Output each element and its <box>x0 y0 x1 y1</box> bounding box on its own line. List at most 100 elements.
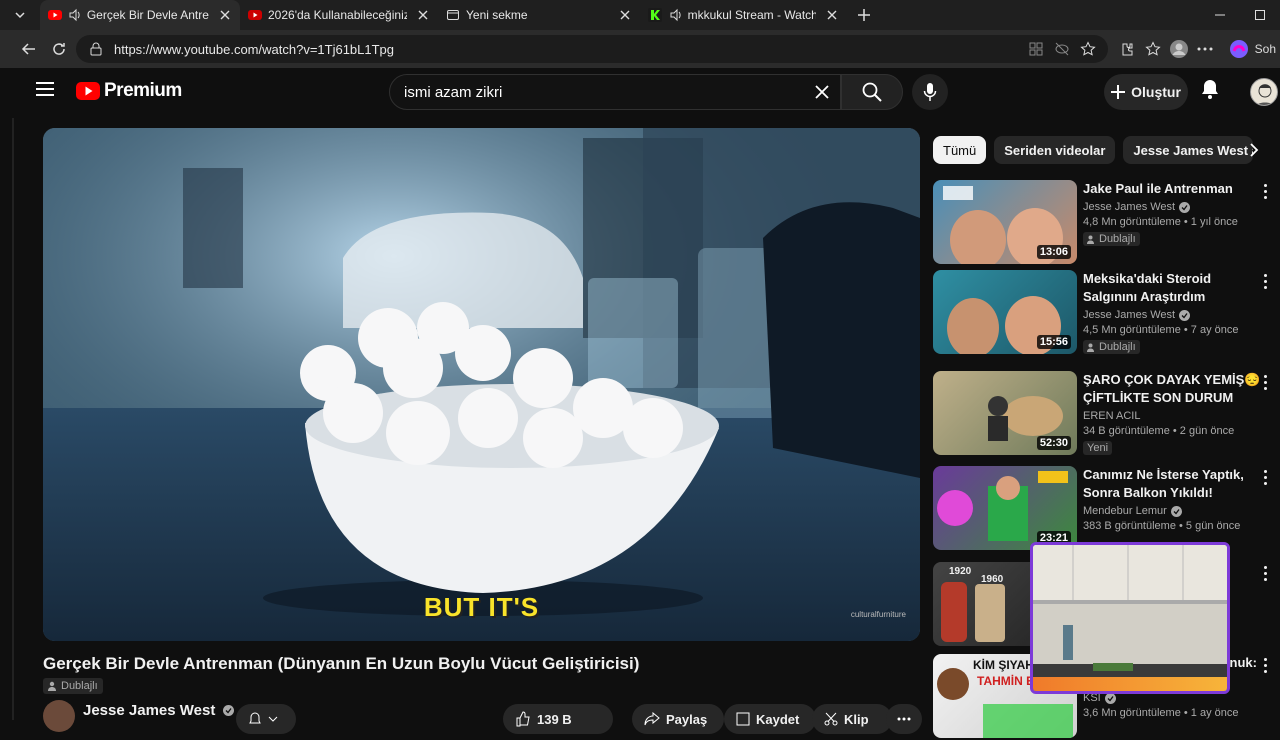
app-available-icon[interactable] <box>1026 39 1046 59</box>
share-button[interactable]: Paylaş <box>632 704 724 734</box>
copilot-icon[interactable] <box>1229 39 1249 59</box>
speaker-icon[interactable] <box>68 5 83 25</box>
close-tab-icon[interactable] <box>824 7 840 23</box>
dubbed-icon <box>48 681 56 691</box>
address-bar[interactable]: https://www.youtube.com/watch?v=1Tj61bL1… <box>76 35 1108 63</box>
video-player[interactable]: BUT IT'S culturalfurniture <box>43 128 920 641</box>
more-options-icon[interactable] <box>1259 182 1271 200</box>
logo-wordmark: Premium <box>104 80 182 101</box>
save-button[interactable]: Kaydet <box>724 704 816 734</box>
like-button[interactable]: 139 B <box>503 704 613 734</box>
profile-icon[interactable] <box>1169 39 1189 59</box>
toolbar-right: Soh <box>1117 34 1280 64</box>
notifications-button[interactable] <box>1200 78 1220 105</box>
recommendation-title[interactable]: Meksika'daki Steroid Salgınını Araştırdı… <box>1083 270 1263 306</box>
sidebar-label[interactable]: Soh <box>1255 42 1276 56</box>
extensions-icon[interactable] <box>1117 39 1137 59</box>
chip-series[interactable]: Seriden videolar <box>994 136 1116 164</box>
thumbnail-text: TAHMİN E <box>977 674 1035 688</box>
recommendation-title[interactable]: Jake Paul ile Antrenman <box>1083 180 1263 198</box>
more-options-icon[interactable] <box>1259 272 1271 290</box>
speaker-icon[interactable] <box>668 5 684 25</box>
recommendation-item[interactable]: 15:56 Meksika'daki Steroid Salgınını Ara… <box>933 270 1273 356</box>
recommendation-item[interactable]: 13:06 Jake Paul ile Antrenman Jesse Jame… <box>933 180 1273 266</box>
duration-badge: 15:56 <box>1036 335 1071 349</box>
tab-title: mkkukul Stream - Watch Live <box>687 8 817 22</box>
recommendation-meta: 3,6 Mn görüntüleme • 1 ay önce <box>1083 707 1239 719</box>
tab-2[interactable]: 2026'da Kullanabileceğiniz En İyi Ü <box>240 0 438 30</box>
site-info-icon[interactable] <box>86 39 106 59</box>
more-options-icon[interactable] <box>1259 373 1271 391</box>
clip-button[interactable]: Klip <box>812 704 892 734</box>
thumbnail-text: 1960 <box>981 574 1004 585</box>
reload-button[interactable] <box>44 34 74 64</box>
youtube-play-icon <box>76 82 100 100</box>
dubbed-badge: Dublajlı <box>43 678 103 694</box>
filter-chips: Tümü Seriden videolar Jesse James West a… <box>933 136 1254 164</box>
subscribe-bell-button[interactable] <box>236 704 296 734</box>
favorites-icon[interactable] <box>1143 39 1163 59</box>
minimize-button[interactable] <box>1200 0 1240 30</box>
dubbed-icon <box>1087 343 1094 352</box>
new-tab-button[interactable] <box>848 0 880 30</box>
verified-icon <box>1179 201 1191 213</box>
left-edge-divider <box>12 118 14 720</box>
youtube-icon <box>48 8 62 22</box>
clear-search-icon[interactable] <box>812 82 832 102</box>
video-thumbnail[interactable]: 52:30 <box>933 371 1077 455</box>
create-label: Oluştur <box>1131 84 1181 100</box>
chips-next-button[interactable] <box>1244 140 1264 165</box>
close-tab-icon[interactable] <box>415 7 430 23</box>
close-tab-icon[interactable] <box>617 7 632 23</box>
recommendation-item[interactable]: 23:21 Canımız Ne İsterse Yaptık, Sonra B… <box>933 466 1273 552</box>
more-actions-button[interactable] <box>886 704 922 734</box>
video-thumbnail[interactable]: 15:56 <box>933 270 1077 354</box>
chevron-down-icon <box>268 716 278 722</box>
chip-channel[interactable]: Jesse James West ad <box>1123 136 1254 164</box>
minimize-icon <box>1215 14 1225 16</box>
video-thumbnail[interactable]: 13:06 <box>933 180 1077 264</box>
tab-4[interactable]: mkkukul Stream - Watch Live <box>640 0 848 30</box>
video-title: Gerçek Bir Devle Antrenman (Dünyanın En … <box>43 654 640 673</box>
chevron-right-icon <box>1250 143 1259 157</box>
close-tab-icon[interactable] <box>217 7 232 23</box>
tracking-prevention-icon[interactable] <box>1052 39 1072 59</box>
recommendation-title[interactable]: Canımız Ne İsterse Yaptık, Sonra Balkon … <box>1083 466 1263 502</box>
tab-title: Yeni sekme <box>466 8 528 22</box>
tab-active[interactable]: Gerçek Bir Devle Antrenman ( <box>40 0 240 30</box>
search-button[interactable] <box>841 74 903 110</box>
tab-list-dropdown[interactable] <box>0 0 40 30</box>
video-thumbnail[interactable]: 23:21 <box>933 466 1077 550</box>
channel-name: Jesse James West <box>1083 309 1176 321</box>
more-options-icon[interactable] <box>1259 564 1271 582</box>
maximize-button[interactable] <box>1240 0 1280 30</box>
recommendation-title[interactable]: ŞARO ÇOK DAYAK YEMİŞ😔 ÇİFTLİKTE SON DURU… <box>1083 371 1263 407</box>
recommendation-meta: 4,5 Mn görüntüleme • 7 ay önce <box>1083 324 1239 336</box>
channel-avatar[interactable] <box>43 700 75 732</box>
more-options-icon[interactable] <box>1259 468 1271 486</box>
youtube-logo[interactable]: Premium <box>76 80 182 102</box>
favorite-star-icon[interactable] <box>1078 39 1098 59</box>
more-options-icon[interactable] <box>1259 656 1271 674</box>
more-menu-icon[interactable] <box>1195 39 1215 59</box>
channel-name: Mendebur Lemur <box>1083 505 1167 517</box>
search-input[interactable]: ismi azam zikri <box>404 84 812 101</box>
address-bar-actions <box>1026 39 1098 59</box>
back-button[interactable] <box>14 34 44 64</box>
verified-icon <box>1104 692 1116 704</box>
tab-3[interactable]: Yeni sekme <box>438 0 640 30</box>
create-button[interactable]: Oluştur <box>1104 74 1188 110</box>
search-box[interactable]: ismi azam zikri <box>389 74 841 110</box>
chip-all[interactable]: Tümü <box>933 136 987 164</box>
recommendation-item[interactable]: 52:30 ŞARO ÇOK DAYAK YEMİŞ😔 ÇİFTLİKTE SO… <box>933 371 1273 457</box>
voice-search-button[interactable] <box>912 74 948 110</box>
thumbs-up-icon <box>516 711 530 727</box>
video-caption: BUT IT'S <box>423 592 540 622</box>
account-avatar[interactable] <box>1250 78 1278 106</box>
channel-name[interactable]: Jesse James West <box>83 702 215 719</box>
guide-menu-button[interactable] <box>36 82 54 101</box>
badge-label: Dublajlı <box>1099 233 1136 245</box>
plus-icon <box>858 9 870 21</box>
bell-icon <box>249 712 261 724</box>
reload-icon <box>53 43 65 55</box>
